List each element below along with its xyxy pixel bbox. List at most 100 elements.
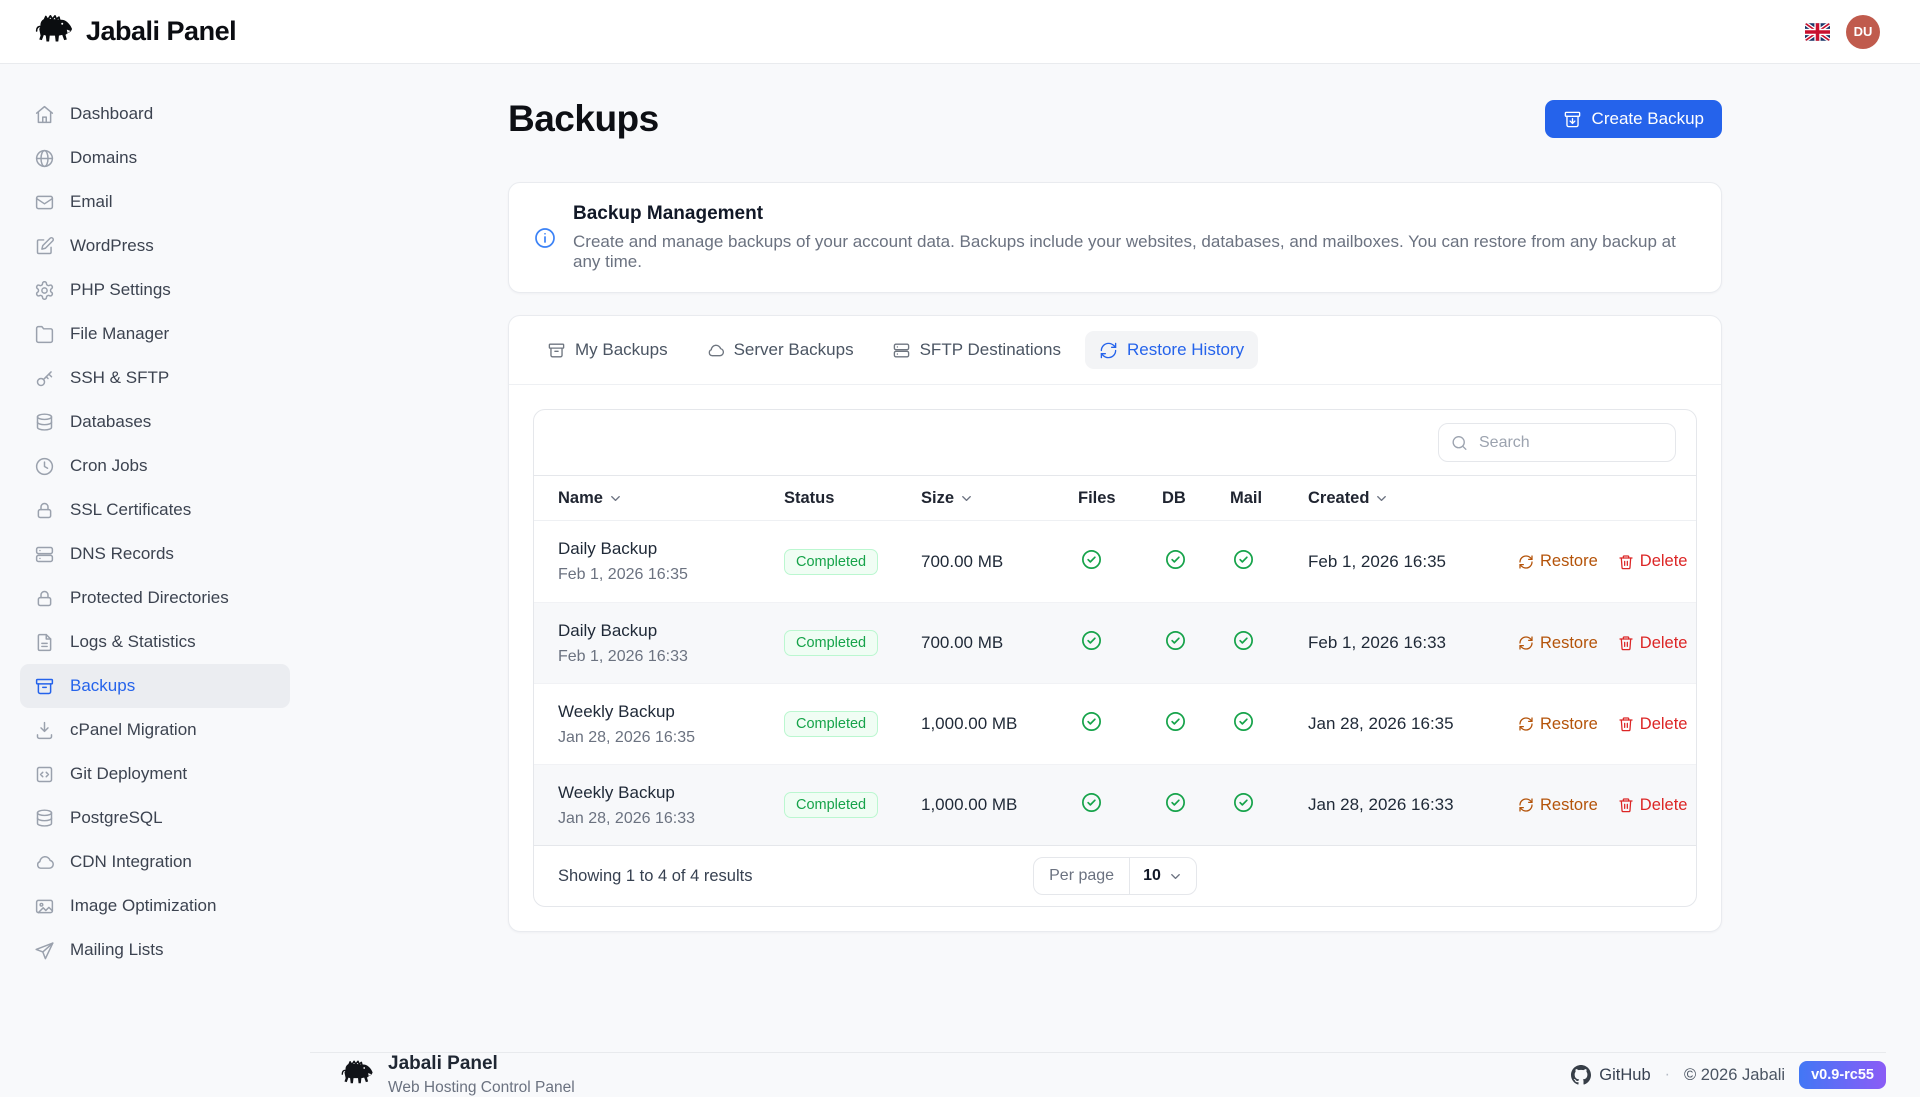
tab-my-backups[interactable]: My Backups: [533, 331, 682, 369]
check-circle-icon: [1080, 629, 1103, 652]
check-circle-icon: [1232, 629, 1255, 652]
database-icon: [34, 808, 55, 829]
table-footer: Showing 1 to 4 of 4 results Per page 10: [534, 845, 1696, 906]
envelope-icon: [34, 192, 55, 213]
footer-brand: Jabali Panel: [388, 1053, 575, 1075]
app-title: Jabali Panel: [86, 16, 236, 47]
database-icon: [34, 412, 55, 433]
sidebar-item-git-deployment[interactable]: Git Deployment: [20, 752, 290, 796]
sidebar-item-logs-statistics[interactable]: Logs & Statistics: [20, 620, 290, 664]
table-header-row: Name Status Size Files DB Mail: [534, 475, 1696, 521]
column-header-files: Files: [1078, 489, 1162, 508]
cloud-icon: [34, 852, 55, 873]
footer-copyright: © 2026 Jabali: [1684, 1066, 1785, 1085]
pencil-edit-icon: [34, 236, 55, 257]
create-backup-button[interactable]: Create Backup: [1545, 100, 1722, 138]
check-circle-icon: [1232, 710, 1255, 733]
refresh-icon: [1518, 716, 1534, 732]
chevron-down-icon: [608, 491, 623, 506]
chevron-down-icon: [1374, 491, 1389, 506]
page-footer: Jabali Panel Web Hosting Control Panel G…: [310, 1052, 1886, 1097]
search-icon: [1450, 433, 1469, 452]
sidebar-item-email[interactable]: Email: [20, 180, 290, 224]
column-header-mail: Mail: [1230, 489, 1308, 508]
delete-button[interactable]: Delete: [1618, 715, 1688, 734]
language-flag-icon[interactable]: [1805, 23, 1830, 41]
check-circle-icon: [1232, 548, 1255, 571]
boar-logo-icon: [340, 1057, 376, 1093]
github-icon: [1571, 1065, 1591, 1085]
column-header-name[interactable]: Name: [558, 489, 784, 508]
trash-icon: [1618, 635, 1634, 651]
sidebar-item-cpanel-migration[interactable]: cPanel Migration: [20, 708, 290, 752]
restore-button[interactable]: Restore: [1518, 715, 1598, 734]
gear-icon: [34, 280, 55, 301]
restore-button[interactable]: Restore: [1518, 796, 1598, 815]
trash-icon: [1618, 797, 1634, 813]
github-link[interactable]: GitHub: [1571, 1065, 1650, 1085]
sidebar-item-wordpress[interactable]: WordPress: [20, 224, 290, 268]
delete-button[interactable]: Delete: [1618, 552, 1688, 571]
sidebar-item-databases[interactable]: Databases: [20, 400, 290, 444]
check-circle-icon: [1080, 710, 1103, 733]
banner-title: Backup Management: [573, 203, 1697, 225]
clock-icon: [34, 456, 55, 477]
sidebar-item-postgresql[interactable]: PostgreSQL: [20, 796, 290, 840]
app-brand[interactable]: Jabali Panel: [34, 11, 236, 52]
cloud-icon: [706, 341, 725, 360]
sidebar: Dashboard Domains Email WordPress PHP Se…: [0, 64, 310, 1080]
search-input[interactable]: [1438, 423, 1676, 462]
main-area: Backups Create Backup Backup Management …: [310, 64, 1920, 1080]
status-badge: Completed: [784, 711, 878, 737]
table-row: Weekly Backup Jan 28, 2026 16:35 Complet…: [534, 683, 1696, 764]
globe-icon: [34, 148, 55, 169]
archive-arrow-down-icon: [1563, 110, 1582, 129]
sidebar-item-dashboard[interactable]: Dashboard: [20, 92, 290, 136]
sidebar-item-backups[interactable]: Backups: [20, 664, 290, 708]
lock-icon: [34, 588, 55, 609]
footer-tagline: Web Hosting Control Panel: [388, 1079, 575, 1097]
restore-button[interactable]: Restore: [1518, 634, 1598, 653]
column-header-size[interactable]: Size: [921, 489, 1078, 508]
version-badge: v0.9-rc55: [1799, 1061, 1886, 1089]
sidebar-item-dns-records[interactable]: DNS Records: [20, 532, 290, 576]
info-circle-icon: [533, 226, 557, 250]
page-title: Backups: [508, 98, 659, 140]
file-text-icon: [34, 632, 55, 653]
delete-button[interactable]: Delete: [1618, 796, 1688, 815]
restore-button[interactable]: Restore: [1518, 552, 1598, 571]
per-page-select[interactable]: Per page 10: [1033, 857, 1197, 895]
sidebar-item-cdn-integration[interactable]: CDN Integration: [20, 840, 290, 884]
sidebar-item-cron-jobs[interactable]: Cron Jobs: [20, 444, 290, 488]
tab-server-backups[interactable]: Server Backups: [692, 331, 868, 369]
status-badge: Completed: [784, 630, 878, 656]
refresh-icon: [1518, 797, 1534, 813]
sidebar-item-protected-directories[interactable]: Protected Directories: [20, 576, 290, 620]
table-row: Daily Backup Feb 1, 2026 16:33 Completed…: [534, 602, 1696, 683]
tab-restore-history[interactable]: Restore History: [1085, 331, 1258, 369]
footer-separator: ·: [1665, 1066, 1670, 1084]
code-square-icon: [34, 764, 55, 785]
tab-bar: My Backups Server Backups SFTP Destinati…: [509, 316, 1721, 385]
sidebar-item-domains[interactable]: Domains: [20, 136, 290, 180]
server-stack-icon: [892, 341, 911, 360]
server-stack-icon: [34, 544, 55, 565]
sidebar-item-ssl-certificates[interactable]: SSL Certificates: [20, 488, 290, 532]
check-circle-icon: [1080, 791, 1103, 814]
lock-icon: [34, 500, 55, 521]
sidebar-item-file-manager[interactable]: File Manager: [20, 312, 290, 356]
boar-logo-icon: [34, 11, 76, 52]
delete-button[interactable]: Delete: [1618, 634, 1688, 653]
sidebar-item-image-optimization[interactable]: Image Optimization: [20, 884, 290, 928]
archive-box-icon: [547, 341, 566, 360]
user-avatar[interactable]: DU: [1846, 15, 1880, 49]
sidebar-item-php-settings[interactable]: PHP Settings: [20, 268, 290, 312]
backup-management-banner: Backup Management Create and manage back…: [508, 182, 1722, 293]
folder-icon: [34, 324, 55, 345]
column-header-created[interactable]: Created: [1308, 489, 1518, 508]
sidebar-item-ssh-sftp[interactable]: SSH & SFTP: [20, 356, 290, 400]
check-circle-icon: [1232, 791, 1255, 814]
tab-sftp-destinations[interactable]: SFTP Destinations: [878, 331, 1075, 369]
sidebar-item-mailing-lists[interactable]: Mailing Lists: [20, 928, 290, 972]
trash-icon: [1618, 554, 1634, 570]
